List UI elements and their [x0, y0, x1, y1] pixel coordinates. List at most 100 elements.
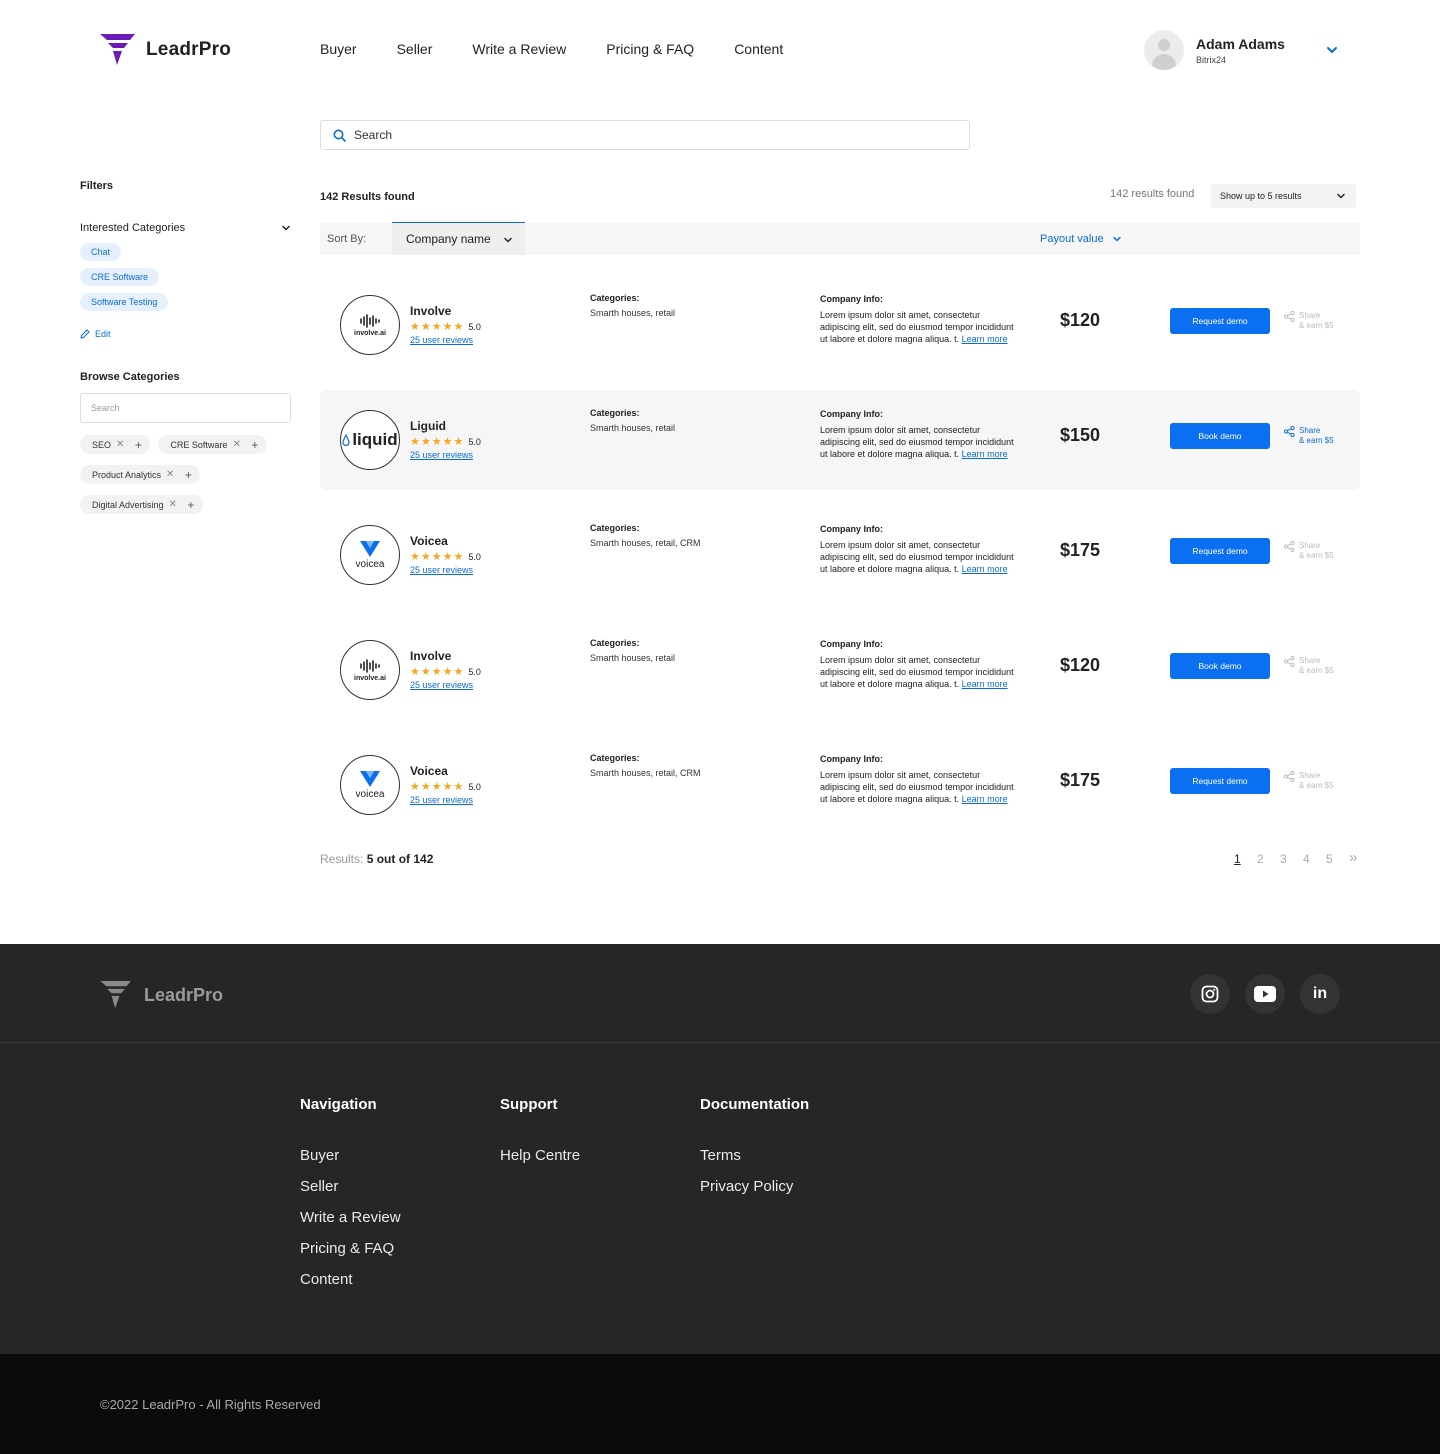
- chip-cre-software[interactable]: CRE Software: [80, 268, 160, 286]
- chip-chat[interactable]: Chat: [80, 243, 122, 261]
- earn-label: & earn $5: [1299, 551, 1334, 560]
- star-icon: ★: [431, 781, 442, 793]
- learn-more-link[interactable]: Learn more: [962, 794, 1008, 804]
- page-3[interactable]: 3: [1280, 852, 1303, 866]
- footer-link-pricing[interactable]: Pricing & FAQ: [300, 1240, 401, 1257]
- add-icon[interactable]: +: [183, 497, 199, 513]
- filters-title: Filters: [80, 180, 114, 192]
- linkedin-icon[interactable]: in: [1300, 974, 1340, 1014]
- company-name[interactable]: Liguid: [410, 419, 446, 433]
- categories-heading: Categories:: [590, 408, 640, 418]
- footer-link-content[interactable]: Content: [300, 1271, 401, 1288]
- page-2[interactable]: 2: [1257, 852, 1280, 866]
- interested-categories-toggle[interactable]: Interested Categories: [80, 222, 292, 234]
- demo-button[interactable]: Request demo: [1170, 768, 1270, 794]
- demo-button[interactable]: Book demo: [1170, 653, 1270, 679]
- company-name[interactable]: Involve: [410, 304, 451, 318]
- footer-link-seller[interactable]: Seller: [300, 1178, 401, 1195]
- nav-content[interactable]: Content: [734, 41, 783, 57]
- demo-button[interactable]: Request demo: [1170, 538, 1270, 564]
- footer-logo[interactable]: LeadrPro: [100, 981, 223, 1009]
- sort-company-name[interactable]: Company name: [392, 222, 525, 255]
- footer-link-privacy[interactable]: Privacy Policy: [700, 1178, 809, 1195]
- remove-icon[interactable]: ✕: [166, 469, 174, 480]
- remove-icon[interactable]: ✕: [232, 439, 240, 450]
- demo-button[interactable]: Request demo: [1170, 308, 1270, 334]
- youtube-icon[interactable]: [1245, 974, 1285, 1014]
- remove-icon[interactable]: ✕: [116, 439, 124, 450]
- categories-value: Smarth houses, retail: [590, 653, 676, 663]
- page-1[interactable]: 1: [1234, 852, 1257, 866]
- star-icon: ★: [442, 321, 453, 333]
- learn-more-link[interactable]: Learn more: [962, 679, 1008, 689]
- share-earn-button[interactable]: Share & earn $5: [1284, 426, 1334, 446]
- add-icon[interactable]: +: [180, 467, 196, 483]
- chip-software-testing[interactable]: Software Testing: [80, 293, 169, 311]
- footer-link-write-review[interactable]: Write a Review: [300, 1209, 401, 1226]
- star-icon: ★: [453, 436, 464, 448]
- user-reviews-link[interactable]: 25 user reviews: [410, 680, 473, 690]
- user-name: Adam Adams: [1196, 35, 1285, 52]
- payout-value: $175: [1060, 540, 1101, 560]
- company-logo[interactable]: involve.ai: [340, 295, 400, 355]
- user-reviews-link[interactable]: 25 user reviews: [410, 335, 473, 345]
- footer-link-terms[interactable]: Terms: [700, 1147, 809, 1164]
- instagram-icon[interactable]: [1190, 974, 1230, 1014]
- footer-link-help-centre[interactable]: Help Centre: [500, 1147, 580, 1164]
- remove-icon[interactable]: ✕: [169, 499, 177, 510]
- show-results-value: Show up to 5 results: [1220, 191, 1302, 201]
- user-reviews-link[interactable]: 25 user reviews: [410, 565, 473, 575]
- company-logo[interactable]: voicea: [340, 525, 400, 585]
- company-info-heading: Company Info:: [820, 294, 883, 304]
- edit-button[interactable]: Edit: [80, 329, 292, 339]
- nav-write-review[interactable]: Write a Review: [472, 41, 566, 57]
- search-input[interactable]: [354, 128, 914, 142]
- star-icon: ★: [410, 551, 420, 563]
- company-name[interactable]: Voicea: [410, 534, 448, 548]
- results-summary: Results: 5 out of 142: [320, 852, 433, 866]
- user-menu[interactable]: Adam Adams Bitrix24: [1144, 30, 1344, 70]
- nav-seller[interactable]: Seller: [397, 41, 433, 57]
- share-earn-button[interactable]: Share & earn $5: [1284, 656, 1334, 676]
- company-name[interactable]: Voicea: [410, 764, 448, 778]
- browse-search-input[interactable]: [80, 393, 291, 423]
- page-5[interactable]: 5: [1326, 852, 1349, 866]
- show-results-select[interactable]: Show up to 5 results: [1211, 184, 1356, 208]
- pagination: 1 2 3 4 5 »: [1234, 849, 1372, 866]
- voicea-logo-text: voicea: [355, 559, 385, 570]
- sort-payout-value[interactable]: Payout value: [1040, 233, 1122, 245]
- add-icon[interactable]: +: [130, 437, 146, 453]
- earn-label: & earn $5: [1299, 666, 1334, 675]
- footer-link-buyer[interactable]: Buyer: [300, 1147, 401, 1164]
- company-row: voicea Voicea ★ ★ ★ ★ ★ 5.0 25 user revi…: [320, 735, 1360, 835]
- learn-more-link[interactable]: Learn more: [962, 334, 1008, 344]
- company-name[interactable]: Involve: [410, 649, 451, 663]
- demo-button[interactable]: Book demo: [1170, 423, 1270, 449]
- page-4[interactable]: 4: [1303, 852, 1326, 866]
- chevron-down-icon[interactable]: [1325, 43, 1339, 57]
- voicea-logo-icon: [360, 771, 380, 787]
- share-earn-button[interactable]: Share & earn $5: [1284, 541, 1334, 561]
- nav-pricing-faq[interactable]: Pricing & FAQ: [606, 41, 694, 57]
- next-page-icon[interactable]: »: [1349, 849, 1372, 866]
- sort-company-label: Company name: [406, 232, 491, 246]
- learn-more-link[interactable]: Learn more: [962, 449, 1008, 459]
- share-earn-button[interactable]: Share & earn $5: [1284, 771, 1334, 791]
- user-reviews-link[interactable]: 25 user reviews: [410, 795, 473, 805]
- payout-value: $120: [1060, 655, 1101, 675]
- nav-buyer[interactable]: Buyer: [320, 41, 357, 57]
- rating-value: 5.0: [468, 666, 481, 677]
- browse-tags-row-1: SEO ✕ + CRE Software ✕ +: [80, 435, 292, 454]
- add-icon[interactable]: +: [247, 437, 263, 453]
- company-logo[interactable]: involve.ai: [340, 640, 400, 700]
- learn-more-link[interactable]: Learn more: [962, 564, 1008, 574]
- results-summary-value: 5 out of 142: [366, 852, 434, 866]
- star-icon: ★: [431, 551, 442, 563]
- logo[interactable]: LeadrPro: [100, 34, 231, 66]
- tag-product-analytics: Product Analytics ✕ +: [80, 465, 201, 484]
- user-reviews-link[interactable]: 25 user reviews: [410, 450, 473, 460]
- share-earn-button[interactable]: Share & earn $5: [1284, 311, 1334, 331]
- company-logo[interactable]: voicea: [340, 755, 400, 815]
- company-logo[interactable]: liquid: [340, 410, 400, 470]
- share-icon: [1284, 426, 1295, 437]
